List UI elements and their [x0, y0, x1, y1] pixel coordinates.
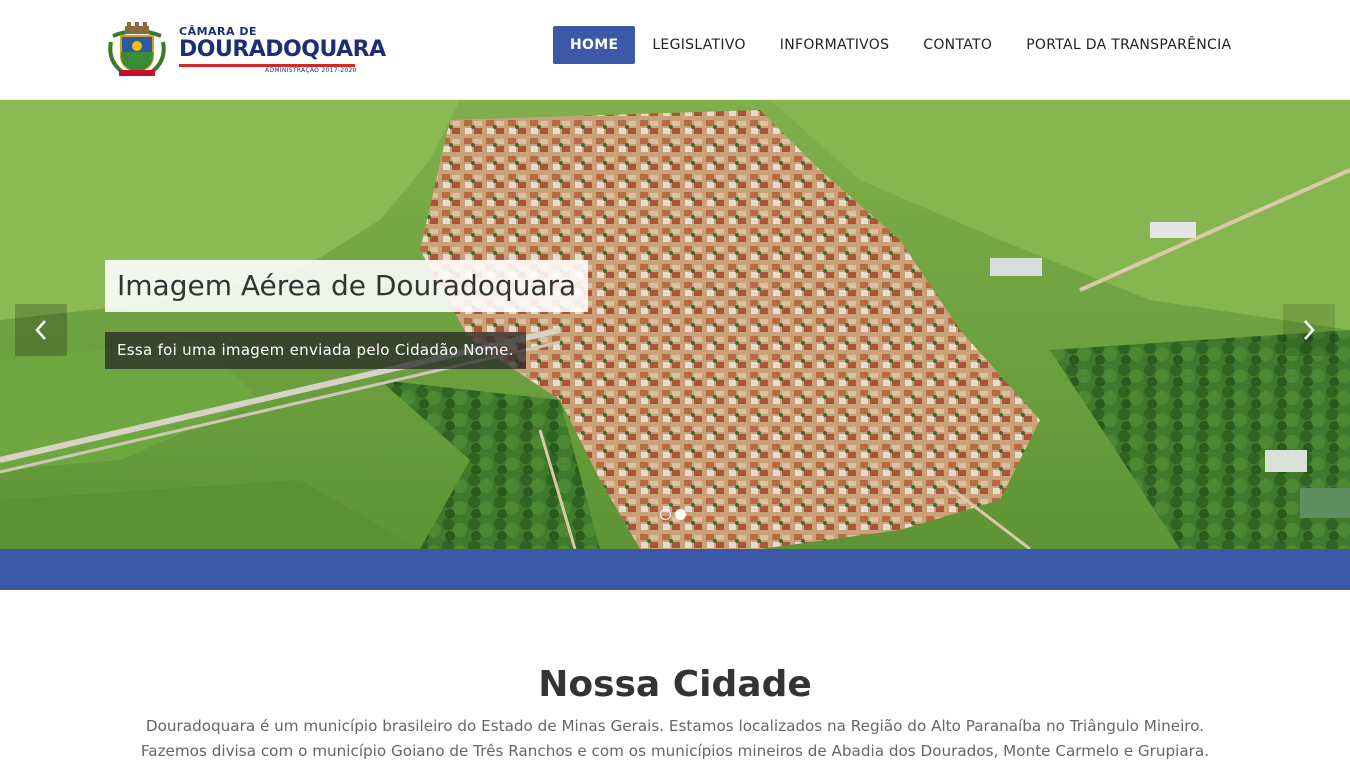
- site-header: CÂMARA DE DOURADOQUARA ADMINISTRAÇÃO 201…: [0, 0, 1350, 100]
- nav-item-contato[interactable]: CONTATO: [906, 26, 1009, 64]
- slider-next-button[interactable]: [1283, 304, 1335, 356]
- aerial-city-image: [0, 100, 1350, 549]
- blue-divider-bar: [0, 549, 1350, 590]
- nav-item-informativos[interactable]: INFORMATIVOS: [763, 26, 907, 64]
- coat-of-arms-icon: [108, 22, 166, 76]
- logo-admin-text: ADMINISTRAÇÃO 2017-2020: [265, 67, 357, 74]
- logo-big-text: DOURADOQUARA: [179, 37, 386, 62]
- logo-wordmark: CÂMARA DE DOURADOQUARA ADMINISTRAÇÃO 201…: [179, 26, 386, 74]
- section-title: Nossa Cidade: [538, 664, 812, 705]
- slide-caption-subtitle: Essa foi uma imagem enviada pelo Cidadão…: [105, 332, 526, 369]
- hero-slider: Imagem Aérea de Douradoquara Essa foi um…: [0, 100, 1350, 549]
- slider-indicators: [660, 509, 686, 520]
- chevron-right-icon: [1304, 320, 1315, 340]
- main-nav: HOME LEGISLATIVO INFORMATIVOS CONTATO PO…: [553, 26, 1248, 64]
- site-logo[interactable]: CÂMARA DE DOURADOQUARA ADMINISTRAÇÃO 201…: [105, 22, 386, 78]
- slider-dot-1[interactable]: [660, 509, 671, 520]
- nav-item-portal-transparencia[interactable]: PORTAL DA TRANSPARÊNCIA: [1009, 26, 1248, 64]
- section-description: Douradoquara é um município brasileiro d…: [140, 717, 1210, 768]
- nav-item-legislativo[interactable]: LEGISLATIVO: [635, 26, 762, 64]
- slide-caption-title: Imagem Aérea de Douradoquara: [105, 260, 589, 312]
- chevron-left-icon: [35, 320, 46, 340]
- nav-item-home[interactable]: HOME: [553, 26, 636, 64]
- slider-dot-2[interactable]: [675, 509, 686, 520]
- slider-prev-button[interactable]: [15, 304, 67, 356]
